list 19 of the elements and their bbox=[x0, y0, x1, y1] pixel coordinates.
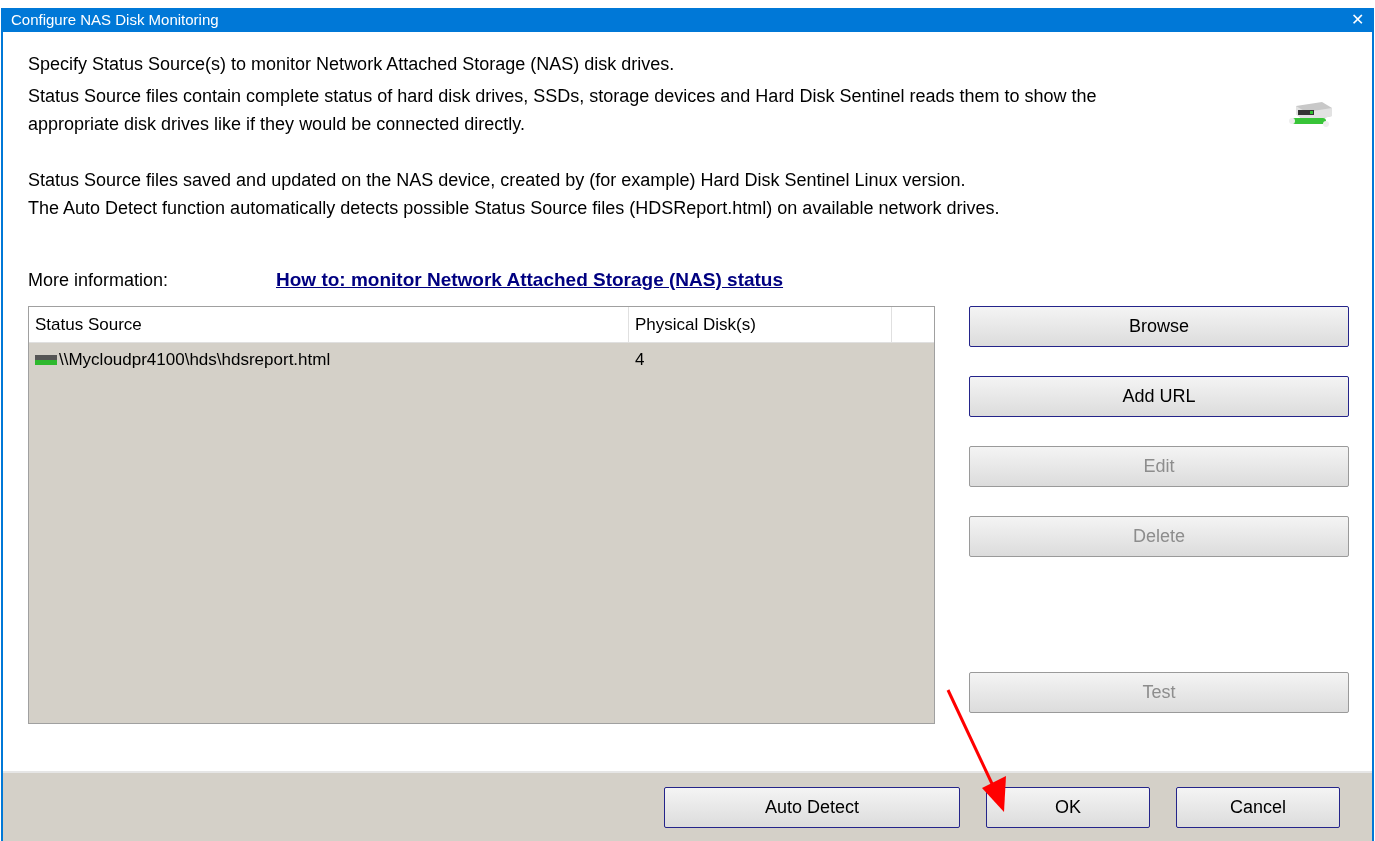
drive-icon bbox=[35, 355, 57, 365]
dialog-button[interactable]: Auto Detect bbox=[664, 786, 960, 828]
window-title: Configure NAS Disk Monitoring bbox=[11, 9, 219, 30]
column-header[interactable]: Physical Disk(s) bbox=[629, 307, 892, 342]
more-information-label: More information: bbox=[28, 269, 170, 292]
dialog-button[interactable]: Add URL bbox=[969, 376, 1349, 417]
dialog-button[interactable]: Browse bbox=[969, 306, 1349, 347]
list-row[interactable]: \\Mycloudpr4100\hds\hdsreport.html 4 bbox=[29, 343, 934, 377]
close-button[interactable]: ✕ bbox=[1351, 12, 1364, 28]
description-text: Specify Status Source(s) to monitor Network Attached Storage (NAS) disk drives. bbox=[28, 53, 676, 76]
table-cell-text: \\Mycloudpr4100\hds\hdsreport.html bbox=[59, 349, 331, 372]
table-cell-text: 4 bbox=[635, 349, 645, 372]
how-to-link[interactable]: How to: monitor Network Attached Storage (NAS) status bbox=[276, 265, 784, 294]
dialog-button[interactable]: Cancel bbox=[1176, 786, 1340, 828]
column-header[interactable]: Status Source bbox=[29, 307, 629, 342]
description-text: Status Source files contain complete status of hard disk drives, SSDs, storage devices and Hard Disk Sentinel reads them to show the appropriate disk drives like if they would be connected directly. bbox=[28, 85, 1098, 136]
description-text: Status Source files saved and updated on the NAS device, created by (for example) Hard Disk Sentinel Linux version. bbox=[28, 169, 967, 192]
description-text: The Auto Detect function automatically detects possible Status Source files (HDSReport.html) on available network drives. bbox=[28, 197, 1001, 220]
dialog-button[interactable]: OK bbox=[986, 786, 1150, 828]
